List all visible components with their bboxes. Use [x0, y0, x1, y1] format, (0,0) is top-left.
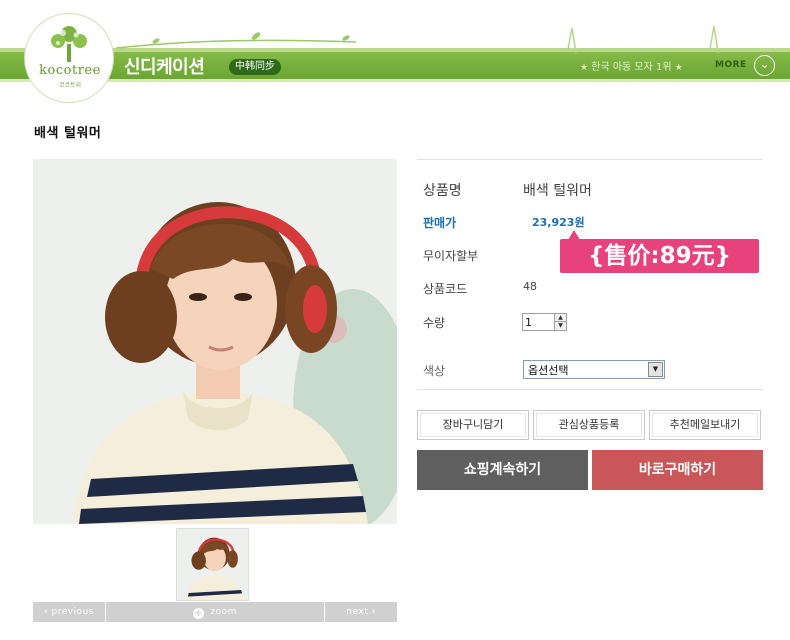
star-icon: ★ — [580, 63, 589, 73]
thumbnail-photo — [177, 529, 248, 600]
shop-tag-badge: 中韩同步 — [229, 59, 281, 75]
previous-label: previous — [51, 607, 94, 617]
promo-price-badge: {售价:89元} — [560, 230, 759, 273]
previous-arrow-icon: ‹ — [44, 607, 49, 617]
previous-button[interactable]: ‹ previous — [33, 602, 105, 622]
slogan-text: 한국 아동 모자 1위 — [591, 62, 672, 73]
tree-logo-icon — [51, 26, 87, 62]
vine-decoration — [116, 32, 356, 49]
star-icon: ★ — [674, 63, 683, 73]
quantity-down-icon[interactable]: ▼ — [554, 322, 566, 330]
next-label: next — [346, 607, 369, 617]
product-code-value: 48 — [523, 280, 537, 293]
add-to-wishlist-button[interactable]: 관심상품등록 — [533, 410, 645, 440]
quantity-up-icon[interactable]: ▲ — [554, 314, 566, 322]
logo-text: kocotree — [39, 63, 101, 78]
info-bottom-divider — [417, 389, 763, 390]
price-value: 23,923원 — [532, 216, 585, 229]
product-title: 배색 털워머 — [34, 126, 102, 141]
quantity-label: 수량 — [423, 316, 446, 330]
color-label: 색상 — [423, 364, 446, 378]
dropdown-arrow-icon[interactable]: ▼ — [648, 362, 663, 377]
interest-free-label: 무이자할부 — [423, 249, 479, 263]
zoom-plus-icon: + — [193, 608, 205, 619]
child-earmuff-photo — [33, 159, 397, 524]
price-label: 판매가 — [423, 216, 457, 230]
site-header: kocotree 코코트리 신디케이션 中韩同步 ★ 한국 아동 모자 1위 ★… — [0, 0, 790, 103]
zoom-label: zoom — [210, 607, 237, 617]
add-to-cart-button[interactable]: 장바구니담기 — [417, 410, 529, 440]
continue-shopping-button[interactable]: 쇼핑계속하기 — [417, 450, 588, 490]
zoom-button[interactable]: + zoom — [106, 602, 324, 622]
shop-name: 신디케이션 — [124, 57, 205, 78]
more-label[interactable]: MORE — [715, 60, 747, 70]
product-main-image[interactable] — [33, 159, 397, 524]
product-name-label: 상품명 — [423, 183, 462, 199]
info-top-divider — [417, 159, 763, 160]
promo-price-text: {售价:89元} — [588, 243, 731, 269]
quantity-stepper: ▲ ▼ — [522, 313, 567, 331]
color-select-value: 옵션선택 — [528, 364, 569, 377]
heartbeat-decoration — [560, 25, 760, 54]
banner-bottom-stripe — [0, 79, 790, 82]
next-button[interactable]: next › — [325, 602, 397, 622]
product-thumbnail[interactable] — [176, 528, 249, 601]
send-recommendation-button[interactable]: 추천메일보내기 — [649, 410, 761, 440]
logo-subtext: 코코트리 — [58, 82, 82, 89]
quantity-input[interactable] — [523, 314, 554, 330]
more-chevron-icon[interactable]: ⌄ — [754, 55, 775, 76]
image-navigation-bar: ‹ previous + zoom next › — [33, 602, 397, 622]
product-name-value: 배색 털워머 — [523, 183, 592, 199]
next-arrow-icon: › — [371, 607, 376, 617]
product-code-label: 상품코드 — [423, 282, 468, 296]
buy-now-button[interactable]: 바로구매하기 — [592, 450, 763, 490]
header-slogan: ★ 한국 아동 모자 1위 ★ — [580, 58, 683, 73]
color-option-select[interactable]: 옵션선택 ▼ — [523, 360, 665, 379]
